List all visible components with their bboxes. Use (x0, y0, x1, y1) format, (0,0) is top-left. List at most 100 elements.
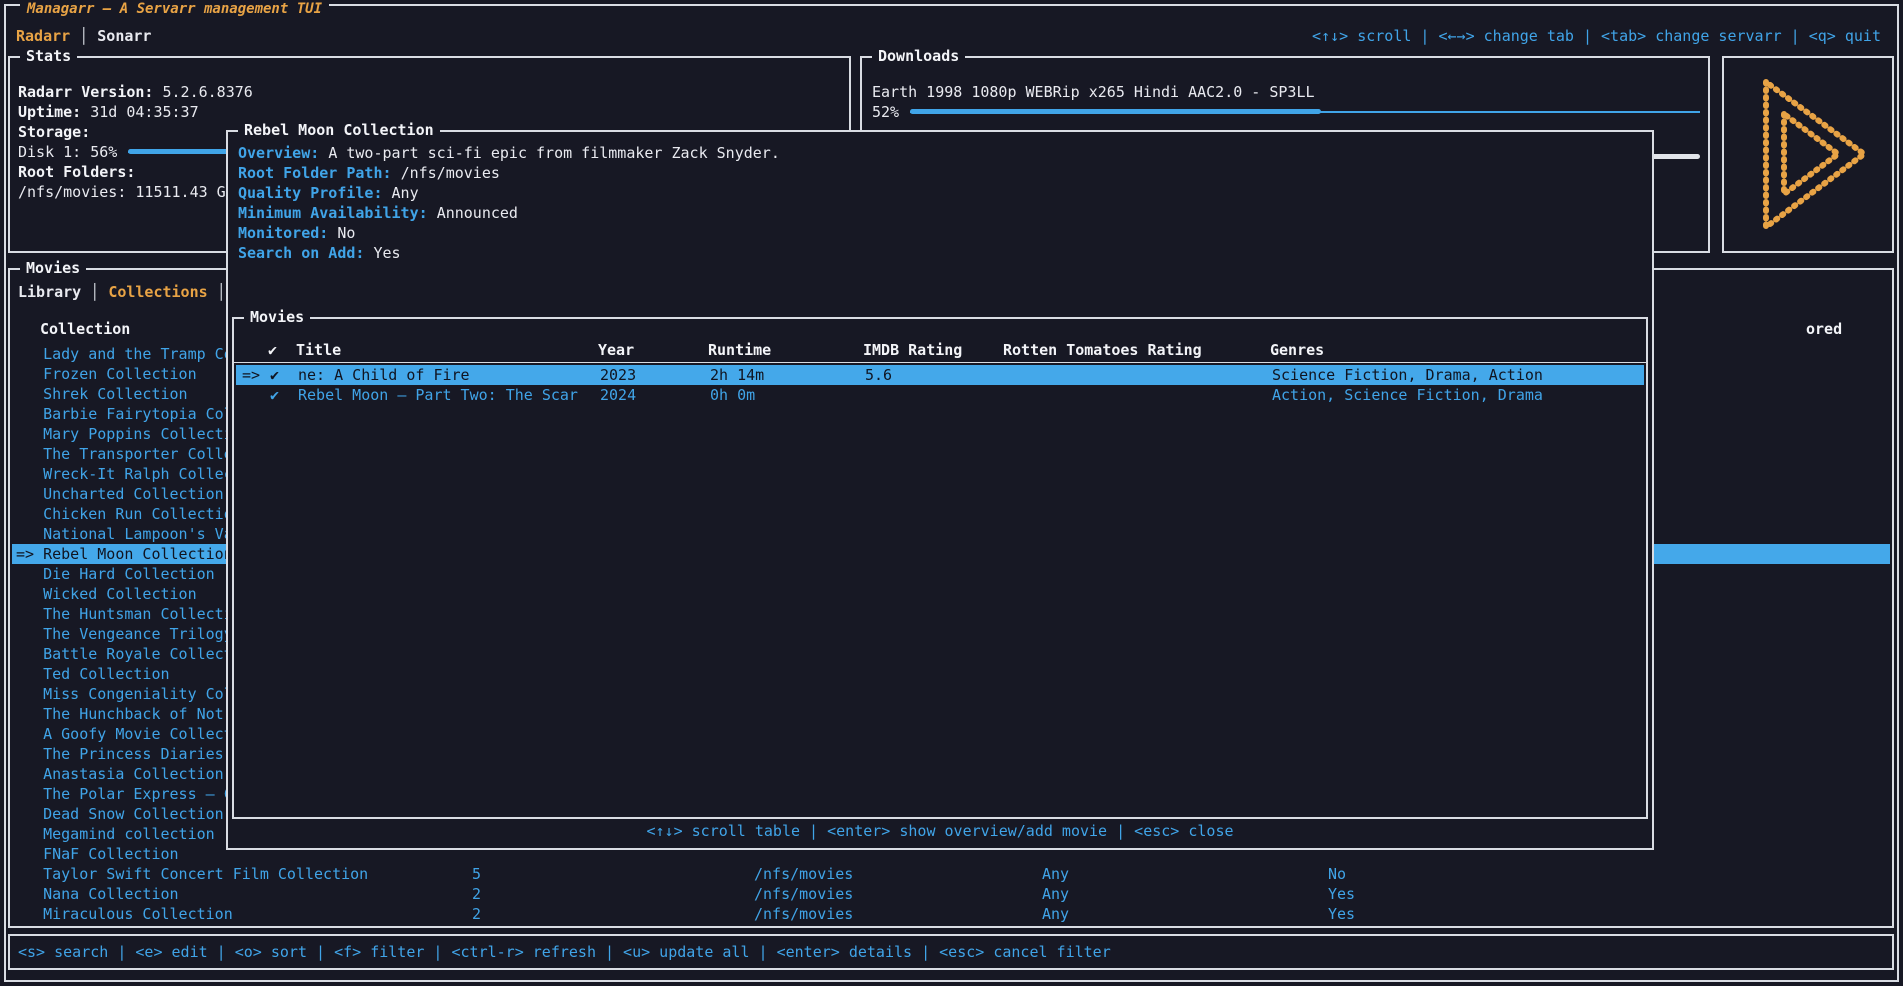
collection-row[interactable]: Nana Collection 2/nfs/movies Any Yes (12, 884, 1890, 904)
collection-name: Miss Congeniality Col (16, 684, 233, 704)
modal-field-min-availability: Minimum Availability: Announced (238, 203, 518, 223)
movie-runtime: 2h 14m (710, 365, 764, 385)
collection-name: The Transporter Colle (16, 444, 233, 464)
quality-profile-label: Quality Profile: (238, 184, 383, 202)
collection-name: Lady and the Tramp Co (16, 344, 233, 364)
modal-keybind-hints: <↑↓> scroll table | <enter> show overvie… (228, 821, 1652, 841)
collection-name: National Lampoon's Va (16, 524, 233, 544)
collection-name: The Huntsman Collecti (16, 604, 233, 624)
search-on-add-label: Search on Add: (238, 244, 364, 262)
collection-movie-count: 5 (472, 864, 481, 884)
stats-storage-heading: Storage: (18, 122, 90, 142)
collection-name: A Goofy Movie Collect (16, 724, 233, 744)
modal-movies-table: Movies ✔ Title Year Runtime IMDB Rating … (232, 317, 1648, 819)
quality-profile-value: Any (392, 184, 419, 202)
movie-selection-prefix: => (242, 365, 260, 385)
collection-monitored: Yes (1328, 904, 1355, 924)
servarr-tab-separator-space (88, 27, 97, 45)
downloads-panel-title: Downloads (872, 46, 965, 66)
bottom-bar: <s> search | <e> edit | <o> sort | <f> f… (8, 934, 1894, 970)
movie-title: ne: A Child of Fire (298, 365, 470, 385)
overview-value: A two-part sci-fi epic from filmmaker Za… (328, 144, 780, 162)
stats-version-line: Radarr Version: 5.2.6.8376 (18, 82, 253, 102)
logo-panel (1722, 56, 1894, 253)
movie-runtime: 0h 0m (710, 385, 755, 405)
movie-check: ✔ (270, 365, 279, 385)
collection-name: Wicked Collection (16, 584, 197, 604)
top-keybind-hints: <↑↓> scroll | <←→> change tab | <tab> ch… (1312, 26, 1881, 46)
monitored-value: No (337, 224, 355, 242)
modal-title: Rebel Moon Collection (238, 120, 440, 140)
collection-quality-profile: Any (1042, 904, 1069, 924)
movie-row[interactable]: ✔Rebel Moon – Part Two: The Scar20240h 0… (236, 385, 1644, 405)
search-on-add-value: Yes (373, 244, 400, 262)
movie-genres: Action, Science Fiction, Drama (1272, 385, 1543, 405)
movie-row-selected[interactable]: =>✔ne: A Child of Fire20232h 14m5.6Scien… (236, 365, 1644, 385)
servarr-tabs: Radarr │ Sonarr (16, 26, 151, 46)
collection-name: Barbie Fairytopia Col (16, 404, 233, 424)
managarr-logo-icon (1742, 72, 1877, 237)
collection-row[interactable]: Taylor Swift Concert Film Collection5/nf… (12, 864, 1890, 884)
collection-root-folder: /nfs/movies (754, 904, 853, 924)
collection-name: Shrek Collection (16, 384, 188, 404)
tab-sonarr[interactable]: Sonarr (97, 27, 151, 45)
collection-name: Die Hard Collection (16, 564, 215, 584)
collection-movie-count: 2 (472, 884, 481, 904)
collection-name: Nana Collection (16, 884, 179, 904)
root-folder-value: /nfs/movies: 11511.43 GB (18, 182, 235, 202)
stats-uptime-value: 31d 04:35:37 (90, 103, 198, 121)
modal-field-root-folder: Root Folder Path: /nfs/movies (238, 163, 500, 183)
root-folders-heading: Root Folders: (18, 162, 135, 182)
movie-genres: Science Fiction, Drama, Action (1272, 365, 1543, 385)
collection-name: Ted Collection (16, 664, 170, 684)
stats-panel-title: Stats (20, 46, 77, 66)
root-folder-value: /nfs/movies (401, 164, 500, 182)
download-progress-gauge (910, 108, 1700, 115)
collection-monitored: Yes (1328, 884, 1355, 904)
servarr-tab-separator-glyph: │ (79, 27, 88, 45)
overview-label: Overview: (238, 144, 319, 162)
stats-uptime-label: Uptime: (18, 103, 81, 121)
collection-details-modal: Rebel Moon Collection Overview: A two-pa… (226, 130, 1654, 850)
collection-name: Mary Poppins Collecti (16, 424, 233, 444)
tab-radarr[interactable]: Radarr (16, 27, 70, 45)
collection-name: Megamind collection (16, 824, 215, 844)
bottom-keybind-hints: <s> search | <e> edit | <o> sort | <f> f… (18, 942, 1111, 962)
app-title: Managarr — A Servarr management TUI (20, 0, 329, 22)
collection-name: Uncharted Collection (16, 484, 224, 504)
collection-row[interactable]: Miraculous Collection2/nfs/moviesAnyYes (12, 904, 1890, 924)
modal-field-quality-profile: Quality Profile: Any (238, 183, 419, 203)
collection-name: Dead Snow Collection (16, 804, 224, 824)
collection-name: => Rebel Moon Collection (16, 544, 233, 564)
download-item-name: Earth 1998 1080p WEBRip x265 Hindi AAC2.… (872, 82, 1315, 102)
collection-monitored: No (1328, 864, 1346, 884)
collection-name: Frozen Collection (16, 364, 197, 384)
collection-root-folder: /nfs/movies (754, 884, 853, 904)
root-folder-label: Root Folder Path: (238, 164, 392, 182)
stats-version-label: Radarr Version: (18, 83, 153, 101)
movie-imdb-rating: 5.6 (865, 365, 892, 385)
collection-quality-profile: Any (1042, 884, 1069, 904)
modal-field-monitored: Monitored: No (238, 223, 355, 243)
collection-name: Miraculous Collection (16, 904, 233, 924)
movie-title: Rebel Moon – Part Two: The Scar (298, 385, 578, 405)
monitored-label: Monitored: (238, 224, 328, 242)
disk-usage-label: Disk 1: 56% (18, 142, 117, 162)
min-availability-label: Minimum Availability: (238, 204, 428, 222)
collection-name: The Princess Diaries (16, 744, 224, 764)
collection-name: The Polar Express – C (16, 784, 233, 804)
collection-name: Anastasia Collection (16, 764, 224, 784)
collection-name: FNaF Collection (16, 844, 179, 864)
collection-name: The Vengeance Trilogy (16, 624, 233, 644)
stats-version-value: 5.2.6.8376 (163, 83, 253, 101)
collection-quality-profile: Any (1042, 864, 1069, 884)
collection-name: Wreck-It Ralph Collec (16, 464, 233, 484)
collection-name: The Hunchback of Notr (16, 704, 233, 724)
collection-name: Chicken Run Collectio (16, 504, 233, 524)
collection-name: Battle Royale Collect (16, 644, 233, 664)
collection-name: Taylor Swift Concert Film Collection (16, 864, 368, 884)
stats-uptime-line: Uptime: 31d 04:35:37 (18, 102, 199, 122)
modal-field-overview: Overview: A two-part sci-fi epic from fi… (238, 143, 780, 163)
min-availability-value: Announced (437, 204, 518, 222)
download-percent-label: 52% (872, 102, 899, 122)
